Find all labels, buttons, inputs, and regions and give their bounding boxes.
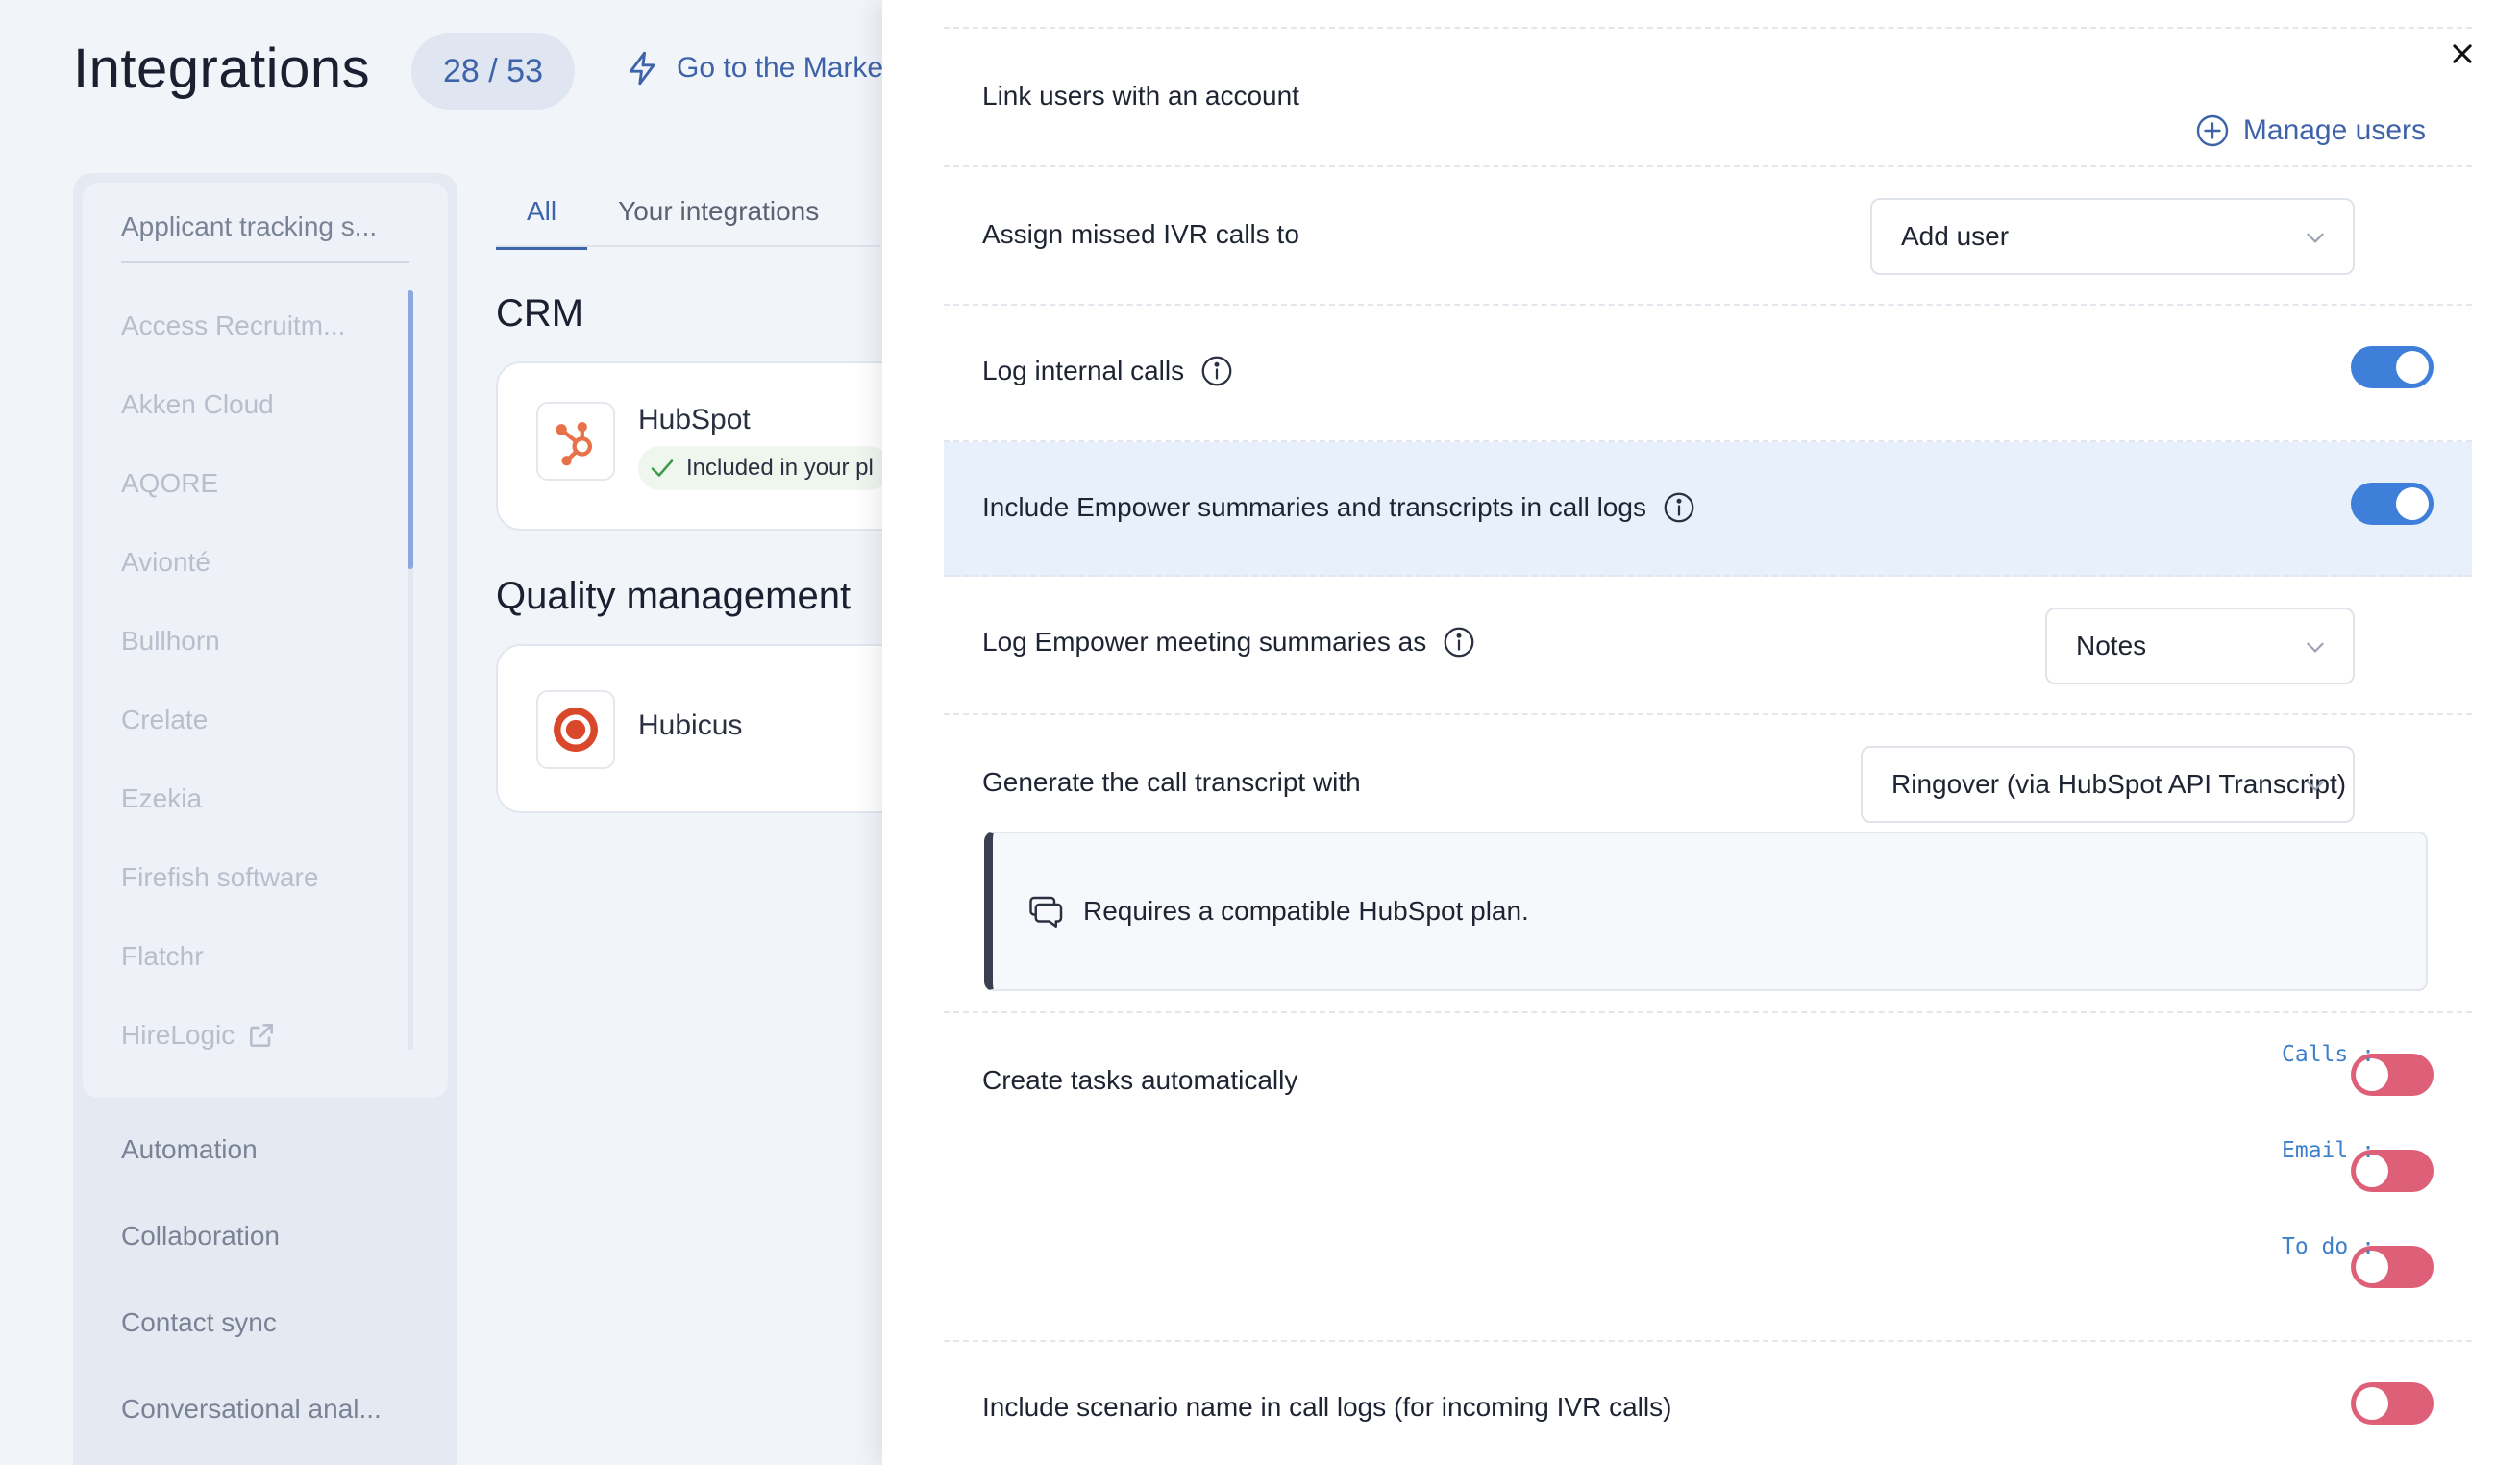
subcategory-list: Access Recruitm... Akken Cloud AQORE Avi… [121, 286, 345, 1075]
check-icon [651, 459, 674, 477]
subcategory-item-external[interactable]: HireLogic [121, 996, 345, 1075]
scenario-toggle[interactable] [2351, 1382, 2434, 1425]
plus-circle-icon [2196, 114, 2229, 147]
category-sidebar: Applicant tracking s... Access Recruitm.… [73, 173, 457, 1465]
link-users-label: Link users with an account [982, 81, 1299, 111]
page-title: Integrations [73, 37, 371, 100]
scrollbar-thumb[interactable] [408, 290, 413, 569]
include-empower-toggle[interactable] [2351, 483, 2434, 525]
setting-row-include-empower: Include Empower summaries and transcript… [944, 442, 2472, 577]
hubicus-logo [536, 690, 615, 769]
card-name: Hubicus [638, 709, 743, 741]
assign-missed-label: Assign missed IVR calls to [982, 219, 1299, 249]
subcategory-item[interactable]: Avionté [121, 523, 345, 602]
tabs-divider [496, 245, 880, 247]
subcategory-item[interactable]: Ezekia [121, 759, 345, 838]
setting-row-log-empower: Log Empower meeting summaries as Notes [944, 577, 2472, 715]
integration-tabs: All Your integrations [496, 183, 850, 250]
tab-all[interactable]: All [496, 183, 588, 250]
subcategory-item[interactable]: Crelate [121, 681, 345, 759]
log-empower-label: Log Empower meeting summaries as [982, 625, 1476, 659]
subcategory-item[interactable]: Bullhorn [121, 602, 345, 681]
subcategory-scrollbar[interactable] [408, 290, 413, 1050]
setting-row-assign-missed: Assign missed IVR calls to Add user [944, 167, 2472, 306]
subcategory-item[interactable]: AQORE [121, 444, 345, 523]
log-internal-toggle[interactable] [2351, 346, 2434, 388]
hubspot-logo [536, 402, 615, 481]
tab-your-integrations[interactable]: Your integrations [587, 183, 850, 250]
setting-row-create-tasks: Create tasks automatically [944, 1013, 2472, 1342]
category-conversational-analytics[interactable]: Conversational anal... [121, 1394, 382, 1425]
generate-transcript-select[interactable]: Ringover (via HubSpot API Transcript) [1861, 746, 2355, 823]
info-icon[interactable] [1442, 625, 1476, 659]
subcategory-item[interactable]: Akken Cloud [121, 365, 345, 444]
log-empower-select[interactable]: Notes [2045, 608, 2355, 684]
include-empower-label: Include Empower summaries and transcript… [982, 490, 1696, 525]
category-applicant-tracking[interactable]: Applicant tracking s... [121, 211, 409, 263]
marketplace-link-label: Go to the Marke [677, 52, 884, 84]
setting-row-scenario-name: Include scenario name in call logs (for … [944, 1342, 2472, 1465]
hubicus-icon [554, 708, 598, 752]
log-internal-label: Log internal calls [982, 354, 1234, 388]
chevron-down-icon [2307, 781, 2324, 791]
manage-users-button[interactable]: Manage users [2195, 113, 2426, 148]
chat-bubbles-icon [1029, 896, 1063, 928]
info-icon[interactable] [1199, 354, 1234, 388]
setting-row-log-internal: Log internal calls [944, 306, 2472, 442]
category-automation[interactable]: Automation [121, 1134, 258, 1165]
hubspot-plan-note: Requires a compatible HubSpot plan. [984, 832, 2428, 991]
chevron-down-icon [2307, 642, 2324, 653]
section-title-crm: CRM [496, 292, 584, 335]
subcategory-item[interactable]: Flatchr [121, 917, 345, 996]
external-link-icon [250, 1024, 274, 1047]
assign-missed-select[interactable]: Add user [1870, 198, 2355, 275]
category-expanded-group: Applicant tracking s... Access Recruitm.… [83, 183, 448, 1098]
card-name: HubSpot [638, 404, 751, 435]
hubspot-icon [556, 422, 593, 466]
integration-settings-panel: Link users with an account Manage users … [882, 0, 2520, 1465]
chevron-down-icon [2307, 233, 2324, 243]
marketplace-link[interactable]: Go to the Marke [625, 50, 883, 87]
section-title-quality: Quality management [496, 575, 852, 617]
category-contact-sync[interactable]: Contact sync [121, 1307, 277, 1338]
info-icon[interactable] [1662, 490, 1696, 525]
generate-transcript-label: Generate the call transcript with [982, 767, 1361, 797]
create-tasks-label: Create tasks automatically [982, 1065, 1298, 1095]
calls-task-label: Calls : [2282, 1042, 2375, 1067]
todo-task-label: To do : [2282, 1234, 2375, 1259]
integration-count-badge: 28 / 53 [411, 33, 575, 110]
lightning-icon [629, 51, 655, 86]
subcategory-item[interactable]: Access Recruitm... [121, 286, 345, 365]
scenario-label: Include scenario name in call logs (for … [982, 1392, 1672, 1422]
included-badge: Included in your pl [638, 446, 891, 490]
setting-row-link-users: Link users with an account Manage users [944, 27, 2472, 167]
category-collaboration[interactable]: Collaboration [121, 1221, 280, 1252]
subcategory-item[interactable]: Firefish software [121, 838, 345, 917]
email-task-label: Email : [2282, 1138, 2375, 1163]
